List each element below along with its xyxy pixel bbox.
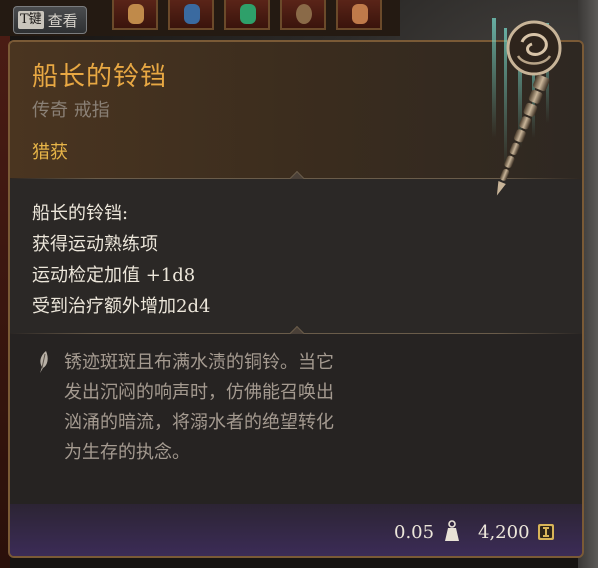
- weight-value: 0.05: [394, 522, 435, 543]
- property-line: 获得运动熟练项: [32, 234, 158, 255]
- inventory-slot[interactable]: [224, 0, 270, 30]
- item-source: 猎获: [32, 142, 68, 163]
- property-line: 受到治疗额外增加2d4: [32, 296, 211, 317]
- price-value: 4,200: [478, 522, 530, 543]
- description-line: 发出沉闷的响声时，仿佛能召唤出: [64, 382, 334, 403]
- inventory-slot[interactable]: [112, 0, 158, 30]
- inspect-label: 查看: [47, 11, 78, 30]
- description-text: 锈迹斑斑且布满水渍的铜铃。当它 发出沉闷的响声时，仿佛能召唤出 汹涌的暗流，将溺…: [64, 348, 404, 468]
- inventory-slot[interactable]: [336, 0, 382, 30]
- inventory-slot[interactable]: [280, 0, 326, 30]
- item-rarity-type: 传奇 戒指: [32, 100, 110, 121]
- item-description: 锈迹斑斑且布满水渍的铜铃。当它 发出沉闷的响声时，仿佛能召唤出 汹涌的暗流，将溺…: [10, 334, 582, 504]
- weight-icon: [445, 520, 459, 541]
- item-name: 船长的铃铛: [32, 62, 168, 92]
- property-line: 运动检定加值 +1d8: [32, 265, 196, 286]
- property-line: 船长的铃铛:: [32, 203, 129, 224]
- inventory-slot[interactable]: [168, 0, 214, 30]
- tooltip-footer: 0.05 4,200: [10, 504, 582, 556]
- bell-artwork: [492, 18, 562, 196]
- description-line: 锈迹斑斑且布满水渍的铜铃。当它: [64, 352, 334, 373]
- description-line: 汹涌的暗流，将溺水者的绝望转化: [64, 412, 334, 433]
- quill-icon: [40, 351, 48, 373]
- key-cap: T键: [18, 11, 44, 29]
- game-scene: T键 查看 船长的铃铛 传奇 戒指 猎获 船长的铃铛: 获得运动熟练项 运动检定…: [0, 0, 598, 568]
- gold-coin-icon: [538, 524, 554, 540]
- inspect-key-hint[interactable]: T键 查看: [13, 6, 87, 34]
- description-line: 为生存的执念。: [64, 442, 190, 463]
